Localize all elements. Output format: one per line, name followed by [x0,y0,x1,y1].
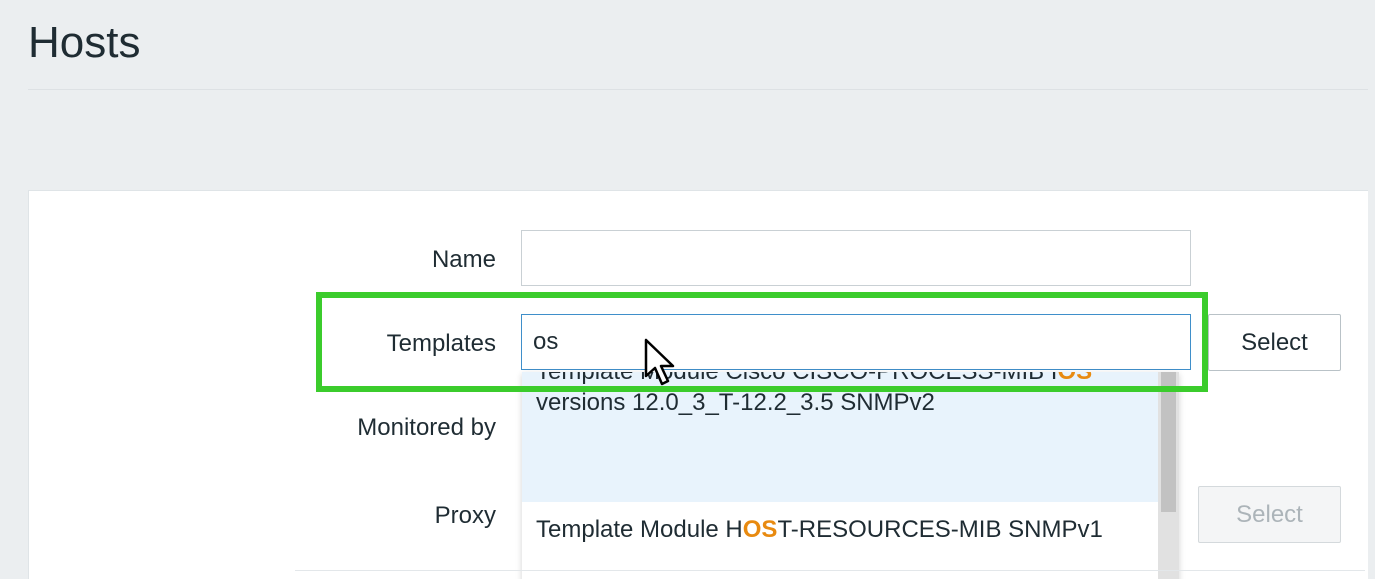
suggestion-item[interactable]: Template Module Cisco CISCO-PROCESS-MIB … [522,372,1158,502]
suggestion-scrollbar[interactable] [1158,372,1179,579]
proxy-label: Proxy [434,502,496,529]
app-frame: Hosts Name Templates Select Monitored by… [0,0,1375,579]
name-input[interactable] [521,230,1191,286]
page-title: Hosts [28,18,141,67]
suggestion-match-highlight: OS [1057,372,1092,385]
proxy-select-button[interactable]: Select [1198,486,1341,543]
templates-label: Templates [386,330,496,357]
monitored-by-label: Monitored by [357,414,496,441]
name-label: Name [431,246,496,273]
suggestion-match-highlight: OS [742,516,778,543]
suggestion-text: T-RESOURCES-MIB SNMPv1 [777,516,1103,543]
suggestion-text: Template Module H [536,516,743,543]
suggestion-item[interactable]: Template Module HOST-RESOURCES-MIB SNMPv… [522,502,1158,579]
title-divider [28,89,1368,90]
form-divider [295,570,1365,571]
templates-search-input[interactable] [521,314,1191,370]
mouse-pointer-icon [644,338,675,386]
templates-select-button[interactable]: Select [1208,314,1341,371]
scrollbar-thumb[interactable] [1161,372,1176,512]
suggestion-text: versions 12.0_3_T-12.2_3.5 SNMPv2 [536,389,935,416]
suggestion-text: Template Module Cisco CISCO-PROCESS-MIB … [536,372,1057,385]
templates-suggestion-list: Template Module Cisco CISCO-PROCESS-MIB … [522,372,1179,579]
